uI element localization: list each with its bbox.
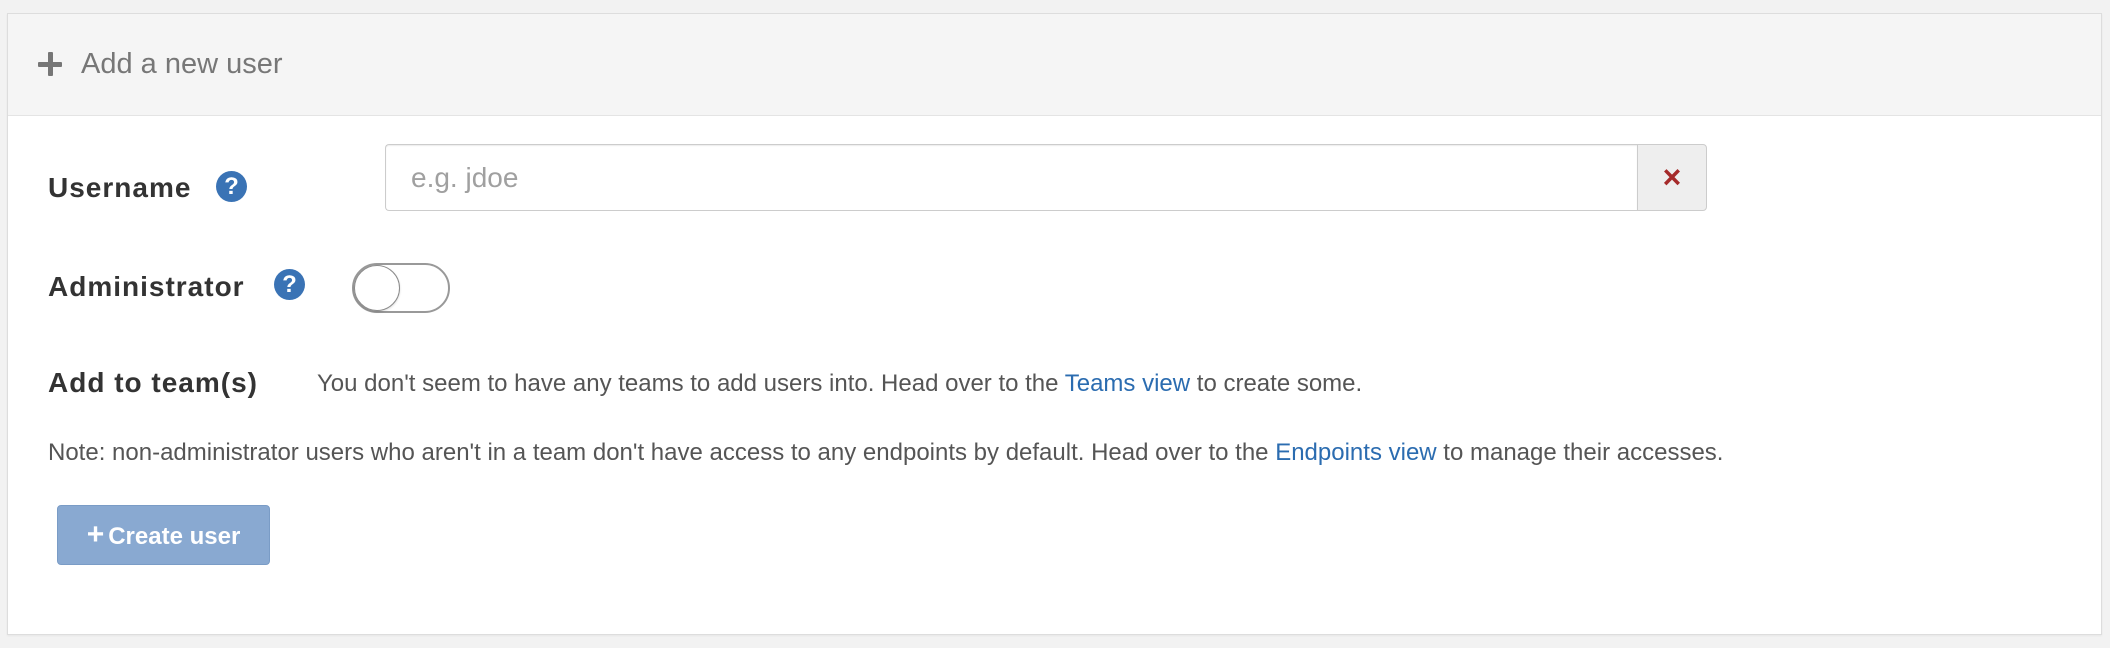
create-user-label: Create user xyxy=(108,523,241,550)
create-user-button[interactable]: + Create user xyxy=(57,505,270,565)
plus-icon xyxy=(38,50,68,80)
administrator-label: Administrator xyxy=(48,271,245,302)
panel-header: Add a new user xyxy=(8,14,2101,116)
teams-message: You don't seem to have any teams to add … xyxy=(317,368,1362,400)
plus-icon: + xyxy=(86,518,105,551)
help-icon[interactable]: ? xyxy=(274,269,305,300)
username-label: Username xyxy=(48,172,192,203)
note-text-suffix: to manage their accesses. xyxy=(1436,439,1724,466)
note-text-prefix: Note: non-administrator users who aren't… xyxy=(48,439,1276,466)
toggle-knob xyxy=(354,265,400,311)
note-text: Note: non-administrator users who aren't… xyxy=(48,437,1723,469)
teams-message-suffix: to create some. xyxy=(1190,370,1363,397)
clear-icon[interactable]: × xyxy=(1637,144,1707,211)
teams-label: Add to team(s) xyxy=(48,367,258,398)
add-user-panel: Add a new user xyxy=(7,13,2102,635)
username-input-group: × xyxy=(385,144,1715,211)
endpoints-view-link[interactable]: Endpoints view xyxy=(1275,439,1436,466)
help-icon[interactable]: ? xyxy=(216,171,247,202)
teams-message-text: You don't seem to have any teams to add … xyxy=(317,370,1065,397)
administrator-toggle[interactable] xyxy=(352,263,450,313)
panel-title: Add a new user xyxy=(81,48,283,80)
teams-view-link[interactable]: Teams view xyxy=(1065,370,1190,397)
username-input[interactable] xyxy=(385,144,1637,211)
